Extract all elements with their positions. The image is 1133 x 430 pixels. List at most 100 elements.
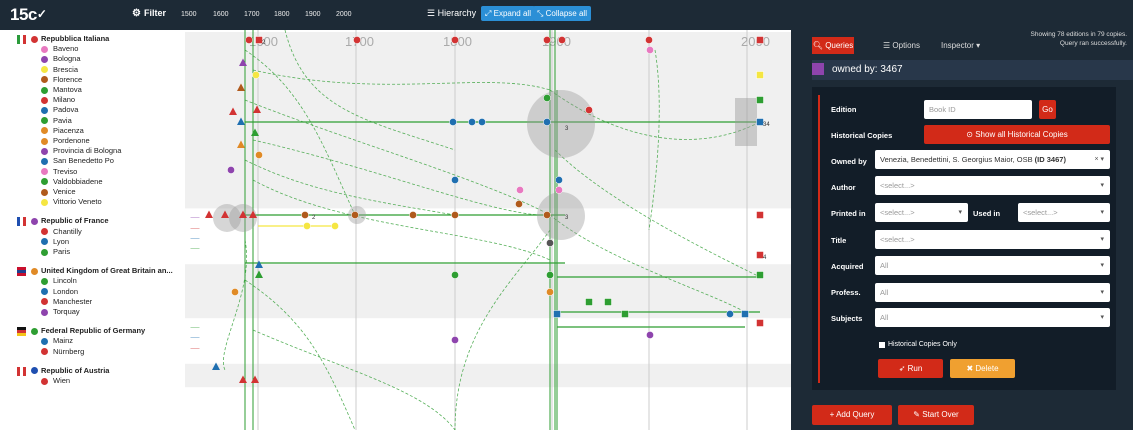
- country-label[interactable]: United Kingdom of Great Britain an...: [41, 266, 173, 275]
- place-label[interactable]: Wien: [53, 376, 70, 385]
- place-label[interactable]: San Benedetto Po: [53, 156, 114, 165]
- place-label[interactable]: Lincoln: [53, 276, 77, 285]
- data-point-circle: [726, 310, 734, 318]
- country-label[interactable]: Republic of Austria: [41, 366, 109, 375]
- place-label[interactable]: Milano: [53, 95, 75, 104]
- place-label[interactable]: Vittorio Veneto: [53, 197, 102, 206]
- place-color-dot: [41, 308, 48, 316]
- title-label: Title: [831, 236, 847, 245]
- data-point-circle: [546, 288, 554, 296]
- place-label[interactable]: Lyon: [53, 237, 69, 246]
- country-color-dot: [31, 35, 38, 43]
- data-point-circle: [451, 336, 459, 344]
- country-label[interactable]: Repubblica Italiana: [41, 34, 109, 43]
- data-point-circle: [353, 36, 361, 44]
- country-band: [185, 32, 791, 209]
- app-logo[interactable]: 15c✓: [10, 5, 47, 25]
- place-label[interactable]: Pordenone: [53, 136, 90, 145]
- data-point-circle: [558, 36, 566, 44]
- data-point-circle: [451, 211, 459, 219]
- filter-button[interactable]: ⚙ Filter: [132, 8, 166, 19]
- cluster-box: [735, 98, 757, 146]
- country-color-dot: [31, 367, 38, 375]
- tab-inspector[interactable]: Inspector ▾: [941, 41, 980, 50]
- profess-select[interactable]: All ▾: [875, 283, 1110, 302]
- expand-icon: ⤢: [485, 9, 494, 18]
- place-label[interactable]: Mantova: [53, 85, 82, 94]
- place-color-dot: [41, 55, 48, 63]
- hierarchy-toggle[interactable]: ☰ Hierarchy: [427, 8, 476, 19]
- timeline-visualization[interactable]: 160017001800190020002323434: [185, 30, 791, 430]
- place-label[interactable]: Paris: [53, 247, 70, 256]
- place-label[interactable]: Venice: [53, 187, 76, 196]
- acquired-select[interactable]: All ▾: [875, 256, 1110, 275]
- data-point-circle: [515, 200, 523, 208]
- delete-button[interactable]: ✖ Delete: [950, 359, 1015, 378]
- country-label[interactable]: Federal Republic of Germany: [41, 326, 145, 335]
- data-point-square: [585, 298, 593, 306]
- place-label[interactable]: Manchester: [53, 297, 92, 306]
- owned-by-select[interactable]: Venezia, Benedettini, S. Georgius Maior,…: [875, 150, 1110, 169]
- place-label[interactable]: Chantilly: [53, 227, 82, 236]
- data-point-circle: [543, 36, 551, 44]
- place-label[interactable]: Piacenza: [53, 126, 84, 135]
- place-label[interactable]: Mainz: [53, 336, 73, 345]
- place-label[interactable]: Treviso: [53, 167, 77, 176]
- place-label[interactable]: Nürnberg: [53, 347, 84, 356]
- title-select[interactable]: <select...> ▾: [875, 230, 1110, 249]
- collapse-all-button[interactable]: ⤡ Collapse all: [533, 6, 591, 21]
- place-label[interactable]: Brescia: [53, 65, 78, 74]
- data-point-circle: [451, 271, 459, 279]
- timeline-svg[interactable]: 160017001800190020002323434: [185, 30, 791, 430]
- gear-icon: ⚙: [132, 8, 141, 19]
- expand-all-button[interactable]: ⤢ Expand all: [481, 6, 535, 21]
- cluster-halo: [527, 90, 595, 158]
- place-color-dot: [41, 248, 48, 256]
- year-scale-1600: 1600: [213, 11, 229, 18]
- printed-in-select[interactable]: <select...> ▾: [875, 203, 968, 222]
- place-label[interactable]: Baveno: [53, 44, 78, 53]
- place-label[interactable]: Torquay: [53, 307, 80, 316]
- clear-caret-icon[interactable]: × ▾: [1094, 150, 1104, 169]
- point-count-label: 4: [763, 255, 767, 261]
- historical-only-checkbox[interactable]: [879, 342, 885, 348]
- place-color-dot: [41, 127, 48, 135]
- search-icon: 🔍︎: [812, 41, 823, 50]
- country-label[interactable]: Republic of France: [41, 216, 109, 225]
- data-point-circle: [543, 94, 551, 102]
- historical-copies-label: Historical Copies: [831, 131, 893, 140]
- author-select[interactable]: <select...> ▾: [875, 176, 1110, 195]
- used-in-select[interactable]: <select...> ▾: [1018, 203, 1110, 222]
- place-label[interactable]: Provincia di Bologna: [53, 146, 121, 155]
- place-label[interactable]: London: [53, 287, 78, 296]
- add-query-button[interactable]: + Add Query: [812, 405, 892, 425]
- data-point-square: [553, 310, 561, 318]
- tab-options[interactable]: ☰ Options: [883, 41, 920, 50]
- year-axis-label: 2000: [741, 34, 770, 49]
- subjects-select[interactable]: All ▾: [875, 308, 1110, 327]
- year-scale-1800: 1800: [274, 11, 290, 18]
- place-color-dot: [41, 66, 48, 74]
- place-label[interactable]: Valdobbiadene: [53, 177, 103, 186]
- start-over-button[interactable]: ✎ Start Over: [898, 405, 974, 425]
- query-header[interactable]: owned by: 3467: [812, 60, 1133, 80]
- year-scale-2000: 2000: [336, 11, 352, 18]
- place-color-dot: [41, 288, 48, 296]
- data-point-square: [756, 271, 764, 279]
- data-point-circle: [478, 118, 486, 126]
- data-point-square: [756, 211, 764, 219]
- run-button[interactable]: ➶ Run: [878, 359, 943, 378]
- place-label[interactable]: Padova: [53, 105, 78, 114]
- data-point-circle: [351, 211, 359, 219]
- place-label[interactable]: Pavia: [53, 116, 72, 125]
- historical-only-label: Historical Copies Only: [888, 341, 957, 348]
- place-label[interactable]: Bologna: [53, 54, 81, 63]
- show-all-historical-button[interactable]: ⊙ Show all Historical Copies: [924, 125, 1110, 144]
- data-point-circle: [227, 166, 235, 174]
- tab-queries[interactable]: 🔍︎ Queries: [812, 37, 854, 54]
- book-id-input[interactable]: Book ID: [924, 100, 1032, 119]
- go-button[interactable]: Go: [1039, 100, 1056, 119]
- data-point-circle: [449, 118, 457, 126]
- caret-down-icon: ▾: [1100, 209, 1104, 216]
- place-label[interactable]: Florence: [53, 75, 82, 84]
